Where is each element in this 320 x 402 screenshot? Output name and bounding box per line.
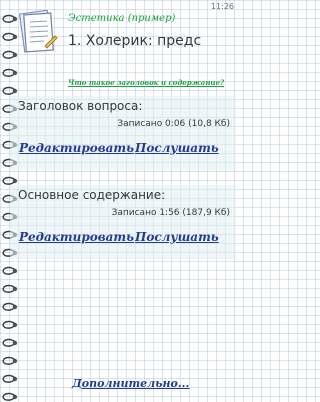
notebook-icon: [19, 10, 58, 53]
spiral-ring-icon: [2, 86, 18, 95]
panel-header-label: Заголовок вопроса:: [18, 99, 143, 113]
panel-header-label: Основное содержание:: [18, 188, 166, 202]
spiral-ring-icon: [2, 32, 18, 41]
edit-button[interactable]: Редактировать: [19, 141, 134, 155]
spiral-ring-icon: [2, 50, 18, 59]
recording-status: Записано 0:06 (10,8 Кб): [117, 119, 230, 129]
spiral-ring-icon: [2, 320, 18, 329]
status-bar-time: 11:26: [210, 2, 234, 11]
listen-button[interactable]: Послушать: [135, 141, 219, 155]
more-options-link[interactable]: Дополнительно...: [72, 377, 189, 390]
app-subtitle: Эстетика (пример): [68, 13, 176, 24]
spiral-ring-icon: [2, 356, 18, 365]
spiral-ring-icon: [2, 392, 18, 401]
spiral-ring-icon: [2, 374, 18, 383]
topic-title: 1. Холерик: предс: [68, 33, 202, 49]
help-link[interactable]: Что такое заголовок и содержание?: [68, 78, 224, 87]
spiral-ring-icon: [2, 302, 18, 311]
listen-button[interactable]: Послушать: [135, 230, 219, 244]
spiral-ring-icon: [2, 284, 18, 293]
spiral-ring-icon: [2, 266, 18, 275]
main-content-panel: Основное содержание: Записано 1:56 (187,…: [10, 185, 236, 259]
spiral-ring-icon: [2, 14, 18, 23]
edit-button[interactable]: Редактировать: [19, 230, 134, 244]
spiral-ring-icon: [2, 68, 18, 77]
question-header-panel: Заголовок вопроса: Записано 0:06 (10,8 К…: [10, 96, 236, 170]
spiral-ring-icon: [2, 338, 18, 347]
recording-status: Записано 1:56 (187,9 Кб): [111, 208, 230, 218]
